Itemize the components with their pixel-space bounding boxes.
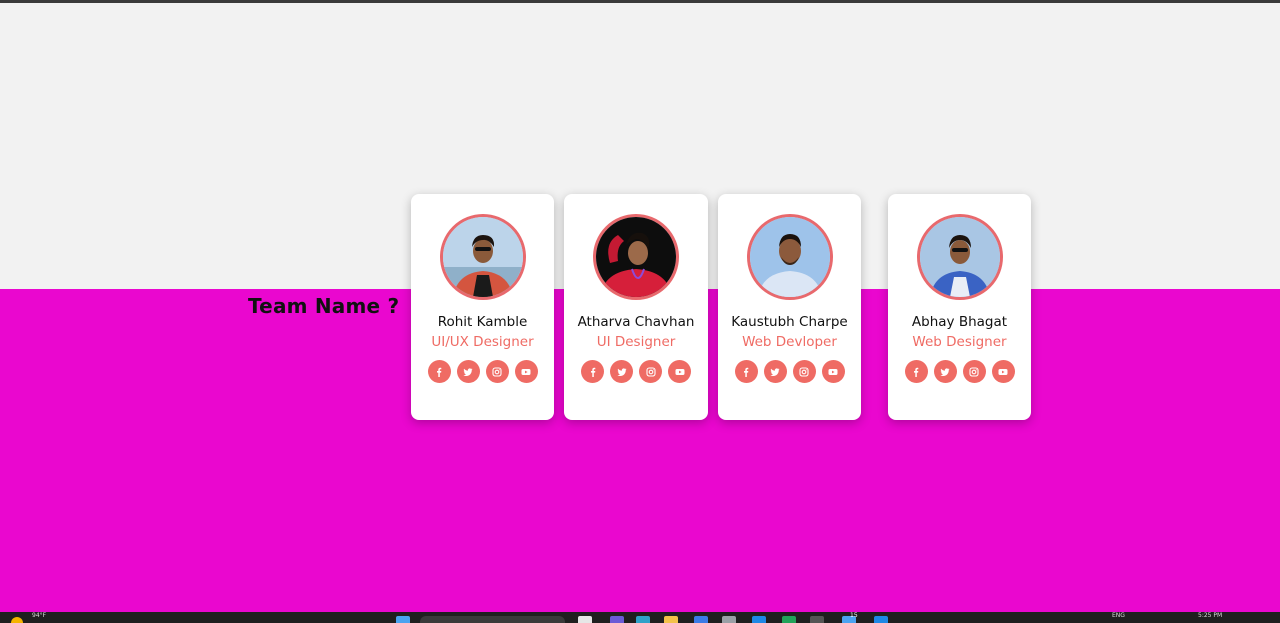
youtube-link[interactable] bbox=[991, 360, 1015, 383]
profile-photo bbox=[442, 217, 523, 297]
avatar bbox=[916, 214, 1003, 300]
member-name: Rohit Kamble bbox=[437, 314, 528, 330]
youtube-icon bbox=[828, 368, 838, 375]
app-icon[interactable] bbox=[722, 616, 736, 623]
facebook-icon bbox=[437, 367, 442, 377]
twitter-icon bbox=[940, 367, 950, 376]
facebook-icon bbox=[590, 367, 595, 377]
clock[interactable]: 5:25 PM bbox=[1198, 612, 1222, 619]
app-icon[interactable] bbox=[752, 616, 766, 623]
avatar bbox=[593, 214, 679, 300]
instagram-link[interactable] bbox=[485, 360, 509, 383]
folder-icon[interactable] bbox=[664, 616, 678, 623]
weather-icon[interactable] bbox=[10, 614, 28, 623]
social-links bbox=[888, 360, 1031, 383]
store-icon[interactable] bbox=[694, 616, 708, 623]
twitter-link[interactable] bbox=[933, 360, 957, 383]
facebook-icon bbox=[914, 367, 919, 377]
youtube-icon bbox=[998, 368, 1008, 375]
member-name: Kaustubh Charpe bbox=[731, 314, 848, 330]
profile-photo bbox=[749, 217, 830, 297]
facebook-link[interactable] bbox=[904, 360, 928, 383]
vscode-icon[interactable] bbox=[874, 616, 888, 623]
profile-photo bbox=[596, 217, 676, 297]
start-icon[interactable] bbox=[396, 616, 410, 623]
member-name: Atharva Chavhan bbox=[577, 314, 695, 330]
twitter-icon bbox=[463, 367, 473, 376]
edge-icon[interactable] bbox=[636, 616, 650, 623]
avatar bbox=[439, 214, 526, 300]
app-icon[interactable] bbox=[810, 616, 824, 623]
instagram-icon bbox=[799, 366, 809, 377]
youtube-icon bbox=[675, 368, 684, 375]
youtube-link[interactable] bbox=[668, 360, 691, 383]
member-name: Abhay Bhagat bbox=[911, 314, 1008, 330]
twitter-icon bbox=[770, 367, 780, 376]
facebook-icon bbox=[744, 367, 749, 377]
taskbar: 94°F 15 ENG 5:25 PM bbox=[0, 612, 1280, 623]
youtube-icon bbox=[521, 368, 531, 375]
instagram-link[interactable] bbox=[639, 360, 662, 383]
instagram-link[interactable] bbox=[962, 360, 986, 383]
facebook-link[interactable] bbox=[734, 360, 758, 383]
youtube-link[interactable] bbox=[514, 360, 538, 383]
member-role: Web Designer bbox=[912, 334, 1007, 350]
youtube-link[interactable] bbox=[821, 360, 845, 383]
social-links bbox=[411, 360, 554, 383]
app-icon[interactable] bbox=[782, 616, 796, 623]
social-links bbox=[718, 360, 861, 383]
app-icon[interactable] bbox=[610, 616, 624, 623]
taskbar-search[interactable] bbox=[420, 616, 565, 623]
team-heading: Team Name ? bbox=[248, 294, 400, 318]
member-role: UI/UX Designer bbox=[431, 334, 534, 350]
social-links bbox=[564, 360, 708, 383]
facebook-link[interactable] bbox=[581, 360, 604, 383]
member-role: Web Devloper bbox=[742, 334, 837, 350]
weather-temperature: 94°F bbox=[32, 612, 47, 619]
member-role: UI Designer bbox=[596, 334, 676, 350]
instagram-icon bbox=[645, 366, 656, 377]
team-card: Atharva Chavhan UI Designer bbox=[564, 194, 708, 420]
notification-badge: 15 bbox=[850, 612, 858, 619]
instagram-link[interactable] bbox=[792, 360, 816, 383]
instagram-icon bbox=[492, 366, 502, 377]
team-card: Rohit Kamble UI/UX Designer bbox=[411, 194, 554, 420]
facebook-link[interactable] bbox=[427, 360, 451, 383]
team-card: Abhay Bhagat Web Designer bbox=[888, 194, 1031, 420]
language-indicator[interactable]: ENG bbox=[1112, 612, 1125, 619]
instagram-icon bbox=[969, 366, 979, 377]
twitter-icon bbox=[616, 367, 626, 376]
task-view-icon[interactable] bbox=[578, 616, 592, 623]
twitter-link[interactable] bbox=[610, 360, 633, 383]
team-card: Kaustubh Charpe Web Devloper bbox=[718, 194, 861, 420]
twitter-link[interactable] bbox=[763, 360, 787, 383]
avatar bbox=[746, 214, 833, 300]
twitter-link[interactable] bbox=[456, 360, 480, 383]
profile-photo bbox=[919, 217, 1000, 297]
